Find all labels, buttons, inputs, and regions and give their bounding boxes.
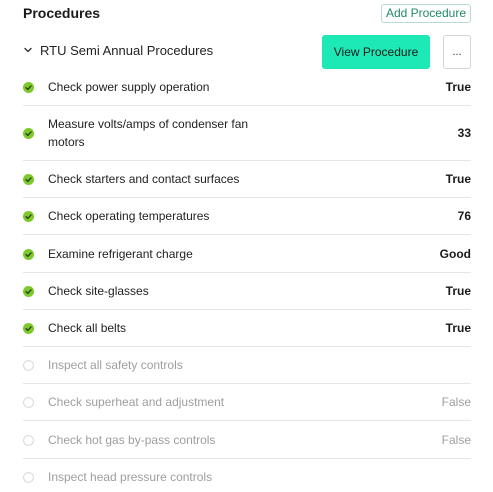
list-item[interactable]: Measure volts/amps of condenser fan moto…: [23, 106, 471, 161]
check-circle-icon: [23, 323, 34, 334]
procedures-header: Procedures Add Procedure: [23, 4, 471, 23]
list-item[interactable]: Check hot gas by-pass controls False: [23, 421, 471, 459]
item-value: Good: [439, 246, 471, 261]
item-label: Check all belts: [48, 321, 127, 335]
check-circle-icon: [23, 174, 34, 185]
list-item[interactable]: Check site-glasses True: [23, 273, 471, 310]
list-item[interactable]: Check starters and contact surfaces True: [23, 161, 471, 198]
list-item[interactable]: Inspect all safety controls: [23, 347, 471, 384]
item-label: Measure volts/amps of condenser fan moto…: [48, 117, 249, 149]
item-value: True: [445, 284, 471, 298]
list-item[interactable]: Check superheat and adjustment False: [23, 384, 471, 421]
list-item[interactable]: Check all belts True: [23, 310, 471, 347]
empty-circle-icon: [23, 472, 34, 483]
more-options-button[interactable]: ...: [443, 35, 471, 69]
item-label: Check operating temperatures: [48, 209, 210, 223]
item-label: Inspect head pressure controls: [48, 470, 213, 484]
empty-circle-icon: [23, 434, 34, 446]
check-circle-icon: [23, 128, 34, 139]
list-item[interactable]: Examine refrigerant charge Good: [23, 235, 471, 273]
check-circle-icon: [23, 82, 34, 93]
check-circle-icon: [23, 286, 34, 297]
page-title: Procedures: [23, 5, 101, 21]
item-label: Check hot gas by-pass controls: [48, 432, 216, 447]
procedure-group-title: RTU Semi Annual Procedures: [40, 43, 214, 58]
item-value: True: [445, 321, 471, 335]
chevron-down-icon[interactable]: [23, 45, 33, 55]
check-circle-icon: [23, 211, 34, 222]
item-value: False: [441, 432, 471, 447]
item-label: Check power supply operation: [48, 80, 210, 94]
empty-circle-icon: [23, 360, 34, 371]
item-value: True: [445, 172, 471, 186]
list-item[interactable]: Inspect head pressure controls: [23, 459, 471, 492]
empty-circle-icon: [23, 397, 34, 408]
item-value: False: [441, 395, 471, 409]
add-procedure-button[interactable]: Add Procedure: [380, 4, 471, 23]
procedures-panel: Procedures Add Procedure RTU Semi Annual…: [0, 0, 493, 492]
procedure-checklist: Check power supply operation True Measur…: [23, 69, 471, 492]
list-item[interactable]: Check power supply operation True: [23, 69, 471, 106]
item-value: 76: [457, 209, 471, 223]
list-item[interactable]: Check operating temperatures 76: [23, 198, 471, 235]
check-circle-icon: [23, 248, 34, 260]
item-label: Inspect all safety controls: [48, 358, 183, 372]
item-label: Check site-glasses: [48, 284, 149, 298]
item-value: 33: [457, 126, 471, 140]
procedure-group-header: RTU Semi Annual Procedures View Procedur…: [23, 35, 471, 69]
item-label: Check starters and contact surfaces: [48, 172, 240, 186]
view-procedure-button[interactable]: View Procedure: [322, 35, 430, 69]
item-value: True: [445, 80, 471, 94]
item-label: Examine refrigerant charge: [48, 246, 193, 261]
item-label: Check superheat and adjustment: [48, 395, 225, 409]
